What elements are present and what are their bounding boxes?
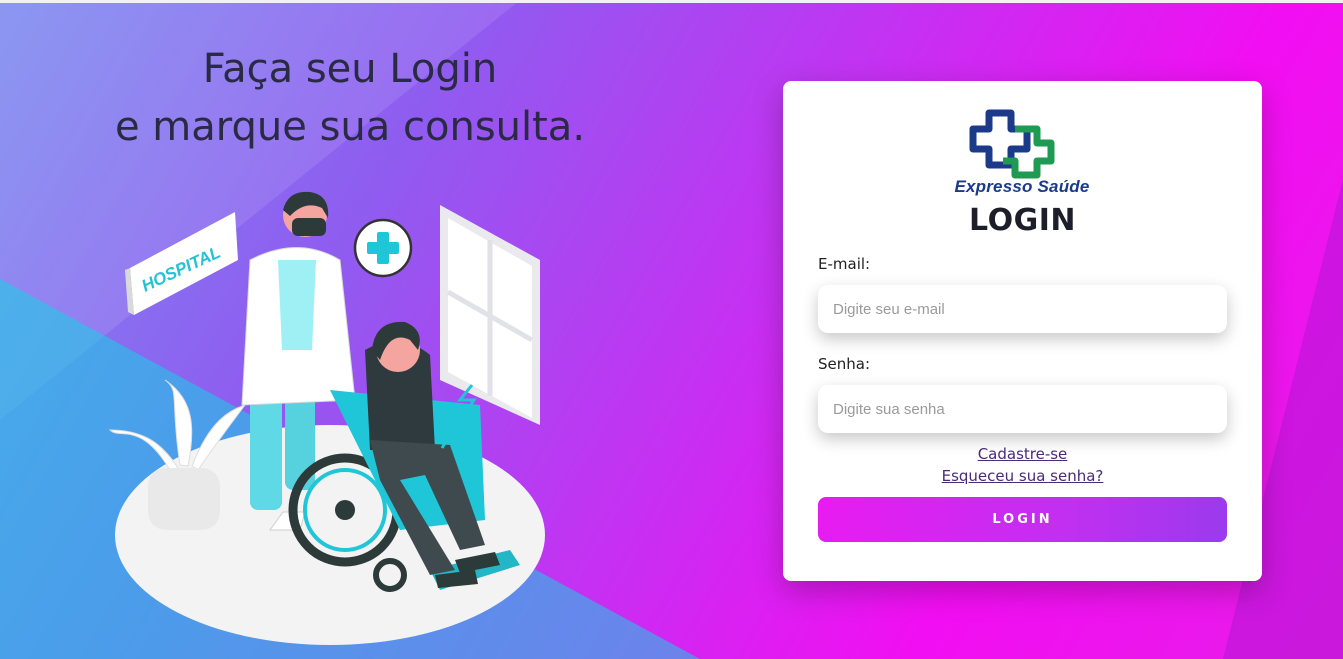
headline-line-2: e marque sua consulta. [114,104,586,150]
email-input[interactable] [818,285,1227,333]
medical-cross-icon [969,109,1055,179]
login-button[interactable]: LOGIN [818,497,1227,542]
window-icon [440,205,540,425]
brand-name: Expresso Saúde [954,177,1090,196]
password-label: Senha: [818,355,871,373]
login-title: LOGIN [969,203,1076,238]
page-headline: Faça seu Login e marque sua consulta. [60,40,640,156]
forgot-password-link[interactable]: Esqueceu sua senha? [783,467,1262,485]
hospital-wheelchair-illustration: HOSPITAL [108,191,545,645]
top-border [0,0,1343,3]
email-label: E-mail: [818,255,871,273]
headline-line-1: Faça seu Login [202,46,498,92]
medical-plus-bubble [353,218,413,278]
signup-link[interactable]: Cadastre-se [783,445,1262,463]
login-card: Expresso Saúde LOGIN E-mail: Senha: Cada… [783,81,1262,581]
brand-logo: Expresso Saúde [951,109,1093,201]
password-input[interactable] [818,385,1227,433]
hospital-sign: HOSPITAL [125,212,238,315]
